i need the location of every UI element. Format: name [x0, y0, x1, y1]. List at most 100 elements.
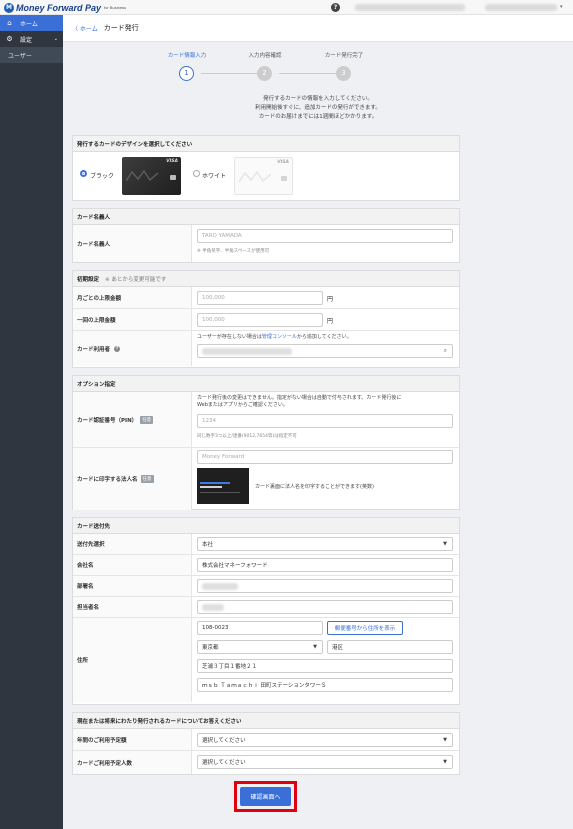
yen-unit: 円 — [327, 318, 334, 325]
black-label[interactable]: ブラック — [90, 171, 114, 180]
form-row: カード認証番号（PIN） 任意 カード発行後の変更はできません。指定がない場合は… — [73, 392, 459, 448]
card-holder-input[interactable]: TARO YAMADA — [197, 229, 453, 243]
progress-stepper: カード情報入力 入力内容確認 カード発行完了 1 2 3 — [63, 42, 573, 87]
prefecture-select[interactable]: 東京都 ▼ — [197, 640, 323, 654]
person-input[interactable] — [197, 600, 453, 614]
intro-text: 発行するカードの情報を入力してください。 利用開始後すぐに、追加カードの発行がで… — [63, 95, 573, 122]
white-label[interactable]: ホワイト — [202, 171, 226, 180]
highlight-box: 確認画面へ — [234, 781, 297, 812]
chevron-down-icon: ⌄ — [53, 36, 58, 42]
building-input[interactable]: ｍｓｂ Ｔａｍａｃｈｉ 田町ステーションタワーＳ — [197, 678, 453, 692]
logo-subtitle: for Business — [104, 5, 127, 10]
admin-console-link[interactable]: 管理コンソール — [262, 334, 297, 340]
redacted-department — [202, 583, 238, 590]
form-row: カードご利用予定人数 選択してください ▼ — [73, 751, 459, 774]
zip-lookup-button[interactable]: 郵便番号から住所を表示 — [327, 621, 403, 635]
pin-desc-line: カード発行後の変更はできません。指定がない場合は自動で付与されます。カード発行後… — [197, 395, 402, 401]
black-radio[interactable] — [80, 170, 87, 177]
form-row: 年間のご利用予定額 選択してください ▼ — [73, 729, 459, 751]
annual-amount-label: 年間のご利用予定額 — [73, 729, 192, 750]
step-circle-1: 1 — [179, 66, 194, 81]
intro-line: カードのお届けまでには1週間ほどかかります。 — [258, 114, 378, 120]
search-icon: ⌕ — [443, 347, 447, 354]
person-label: 担当者名 — [73, 597, 192, 617]
form-row: 会社名 株式会社マネーフォワード — [73, 555, 459, 576]
monthly-limit-input[interactable]: 100,000 — [197, 291, 323, 305]
card-user-search[interactable]: ⌕ — [197, 344, 453, 358]
form-row: 送付先選択 本社 ▼ — [73, 534, 459, 555]
sidebar-item-settings[interactable]: ⚙ 設定 ⌄ — [0, 31, 63, 47]
card-holder-hint: ※ 半角英字、半角スペースが使用可 — [197, 249, 270, 254]
chip-icon — [170, 175, 176, 180]
form-row: 一回の上限金額 100,000 円 — [73, 309, 459, 331]
visa-logo: VISA — [277, 160, 289, 165]
desc-text: ユーザーが存在しない場合は — [197, 334, 262, 340]
company-input[interactable]: 株式会社マネーフォワード — [197, 558, 453, 572]
zip-input[interactable]: 108-0023 — [197, 621, 323, 635]
card-user-label: カード利用者 — [77, 346, 111, 353]
intro-line: 利用開始後すぐに、追加カードの発行ができます。 — [255, 105, 381, 111]
preview-line — [200, 486, 222, 488]
caret-down-icon: ▼ — [443, 737, 447, 743]
redacted-user — [202, 348, 292, 355]
preview-line — [200, 492, 240, 493]
black-card-image[interactable]: VISA — [122, 157, 181, 195]
city-input[interactable]: 港区 — [327, 640, 453, 654]
sidebar-item-home[interactable]: ⌂ ホーム — [0, 15, 63, 31]
back-link[interactable]: 〈 ホーム — [72, 24, 98, 33]
logo-mark-icon: M — [4, 2, 14, 13]
corp-name-desc: カード裏面に法人名を印字することができます(英数) — [255, 484, 374, 490]
account-menu-caret-icon[interactable]: ▾ — [560, 4, 563, 10]
app-logo[interactable]: M Money Forward Pay for Business — [4, 2, 126, 13]
white-radio[interactable] — [193, 170, 200, 177]
street-input[interactable]: 芝浦３丁目１番地２１ — [197, 659, 453, 673]
corp-name-label-cell: カードに印字する法人名 任意 — [73, 448, 192, 510]
section-heading: オプション指定 — [73, 376, 459, 392]
help-icon[interactable]: ? — [331, 3, 340, 12]
annual-amount-select[interactable]: 選択してください ▼ — [197, 733, 453, 747]
pin-label: カード認証番号（PIN） — [77, 417, 138, 424]
account-name-redacted[interactable] — [485, 4, 557, 11]
department-input[interactable] — [197, 579, 453, 593]
office-name-redacted[interactable] — [355, 4, 465, 11]
form-row: 担当者名 — [73, 597, 459, 618]
caret-down-icon: ▼ — [443, 541, 447, 547]
initial-settings-section: 初期設定 ※ あとから変更可能です 月ごとの上限金額 100,000 円 一回の上… — [72, 270, 460, 368]
step-connector — [279, 73, 342, 74]
company-label: 会社名 — [73, 555, 192, 575]
select-value: 本社 — [202, 542, 214, 548]
form-row: 部署名 — [73, 576, 459, 597]
pin-input[interactable]: 1234 — [197, 414, 453, 428]
section-heading: 現在または将来にわたり発行されるカードについてお答えください — [73, 713, 459, 729]
step-circle-2: 2 — [257, 66, 272, 81]
sidebar-item-users[interactable]: ユーザー — [0, 47, 63, 63]
user-count-select[interactable]: 選択してください ▼ — [197, 755, 453, 769]
card-holder-label: カード名義人 — [73, 225, 192, 262]
section-heading: 初期設定 ※ あとから変更可能です — [73, 271, 459, 287]
card-user-label-cell: カード利用者 ? — [73, 331, 192, 366]
card-pattern-icon — [126, 169, 159, 182]
form-row: 月ごとの上限金額 100,000 円 — [73, 287, 459, 309]
single-limit-input[interactable]: 100,000 — [197, 313, 323, 327]
top-bar: M Money Forward Pay for Business ? ▾ — [0, 0, 573, 15]
single-limit-label: 一回の上限金額 — [73, 309, 192, 330]
help-icon[interactable]: ? — [114, 345, 121, 352]
section-note: ※ あとから変更可能です — [105, 276, 167, 283]
white-card-image[interactable]: VISA — [234, 157, 293, 195]
user-count-label: カードご利用予定人数 — [73, 751, 192, 774]
address-label: 住所 — [73, 618, 192, 702]
form-row: カードに印字する法人名 任意 Money Forward カード裏面に法人名を印… — [73, 448, 459, 510]
sidebar-item-label: 設定 — [20, 36, 33, 44]
destination-select[interactable]: 本社 ▼ — [197, 537, 453, 551]
sidebar-item-label: ホーム — [20, 20, 38, 28]
pin-label-cell: カード認証番号（PIN） 任意 — [73, 392, 192, 447]
confirm-button[interactable]: 確認画面へ — [240, 787, 291, 806]
optional-badge: 任意 — [140, 415, 154, 424]
corp-name-input[interactable]: Money Forward — [197, 450, 453, 464]
shipping-section: カード送付先 送付先選択 本社 ▼ 会社名 株式会社マネーフォワード 部署名 担… — [72, 517, 460, 705]
step-connector — [201, 73, 264, 74]
destination-label: 送付先選択 — [73, 534, 192, 554]
page-title: カード発行 — [103, 24, 139, 32]
preview-line — [200, 482, 230, 484]
select-value: 選択してください — [202, 738, 246, 744]
